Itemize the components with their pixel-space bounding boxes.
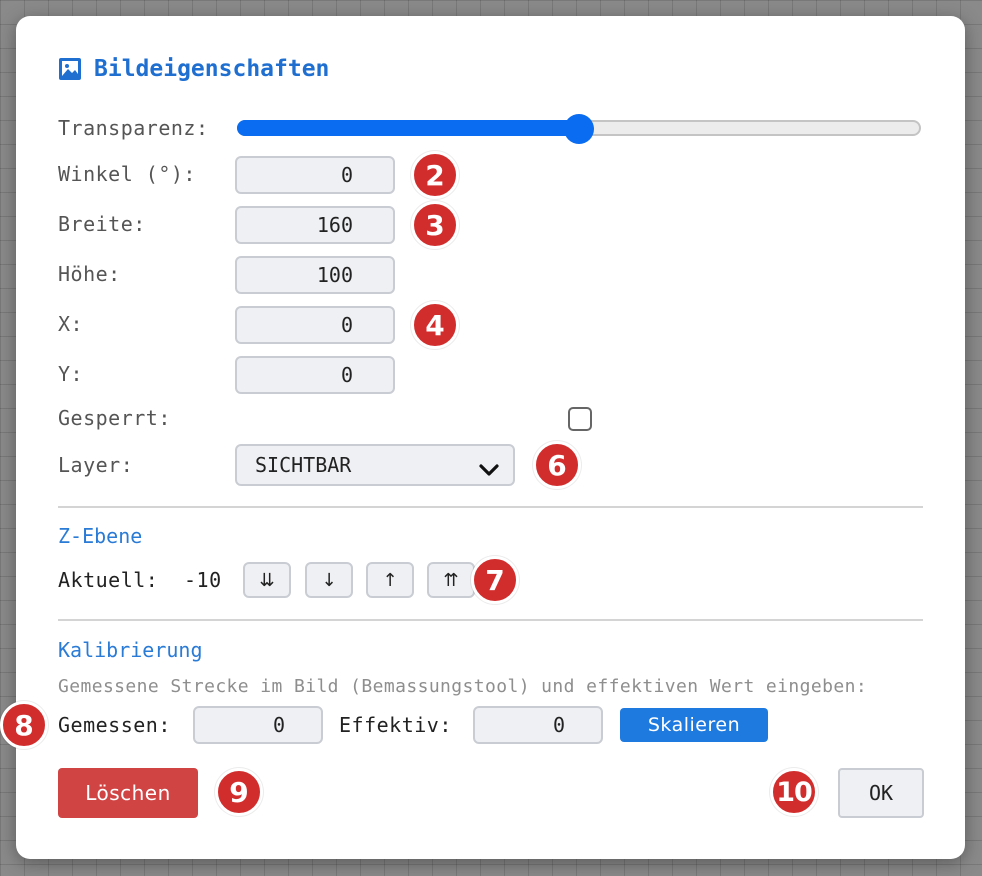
locked-checkbox[interactable] xyxy=(568,407,592,431)
y-label: Y: xyxy=(58,362,84,386)
zlevel-current-label: Aktuell: xyxy=(58,568,159,592)
annotation-badge: 8 xyxy=(0,701,48,749)
effective-input[interactable] xyxy=(473,706,603,744)
y-input[interactable] xyxy=(235,356,395,394)
zlevel-section-title: Z-Ebene xyxy=(58,524,143,548)
image-properties-dialog: Bildeigenschaften Transparenz: Winkel (°… xyxy=(16,16,965,859)
dialog-title-text: Bildeigenschaften xyxy=(94,56,330,82)
layer-label: Layer: xyxy=(58,453,134,477)
delete-button[interactable]: Löschen xyxy=(58,768,198,818)
annotation-badge: 10 xyxy=(770,768,818,816)
annotation-badge: 7 xyxy=(471,556,519,604)
transparency-label: Transparenz: xyxy=(58,116,209,140)
calibration-hint: Gemessene Strecke im Bild (Bemassungstoo… xyxy=(58,676,868,697)
slider-fill xyxy=(237,120,579,136)
height-label: Höhe: xyxy=(58,262,121,286)
layer-select-value: SICHTBAR xyxy=(255,453,352,477)
effective-label: Effektiv: xyxy=(339,713,452,737)
dialog-title: Bildeigenschaften xyxy=(58,56,329,82)
x-input[interactable] xyxy=(235,306,395,344)
z-up-button[interactable]: ↑ xyxy=(366,562,414,598)
annotation-badge: 9 xyxy=(215,768,263,816)
divider xyxy=(58,619,923,621)
annotation-badge: 2 xyxy=(411,151,459,199)
x-label: X: xyxy=(58,312,84,336)
angle-input[interactable] xyxy=(235,156,395,194)
locked-label: Gesperrt: xyxy=(58,406,171,430)
height-input[interactable] xyxy=(235,256,395,294)
angle-label: Winkel (°): xyxy=(58,162,196,186)
z-bottom-button[interactable]: ⇊ xyxy=(243,562,291,598)
annotation-badge: 6 xyxy=(533,441,581,489)
transparency-slider[interactable] xyxy=(237,114,921,144)
image-icon xyxy=(58,57,82,81)
measured-input[interactable] xyxy=(193,706,323,744)
z-down-button[interactable]: ↓ xyxy=(305,562,353,598)
annotation-badge: 4 xyxy=(411,301,459,349)
zlevel-current-value: -10 xyxy=(184,568,222,592)
scale-button[interactable]: Skalieren xyxy=(620,708,768,742)
measured-label: Gemessen: xyxy=(58,713,171,737)
layer-select[interactable]: SICHTBAR xyxy=(235,444,515,486)
ok-button[interactable]: OK xyxy=(838,768,924,818)
slider-thumb[interactable] xyxy=(564,114,594,144)
divider xyxy=(58,506,923,508)
annotation-badge: 3 xyxy=(411,201,459,249)
chevron-down-icon xyxy=(479,458,499,476)
width-input[interactable] xyxy=(235,206,395,244)
width-label: Breite: xyxy=(58,212,146,236)
z-top-button[interactable]: ⇈ xyxy=(427,562,475,598)
calibration-section-title: Kalibrierung xyxy=(58,638,203,662)
